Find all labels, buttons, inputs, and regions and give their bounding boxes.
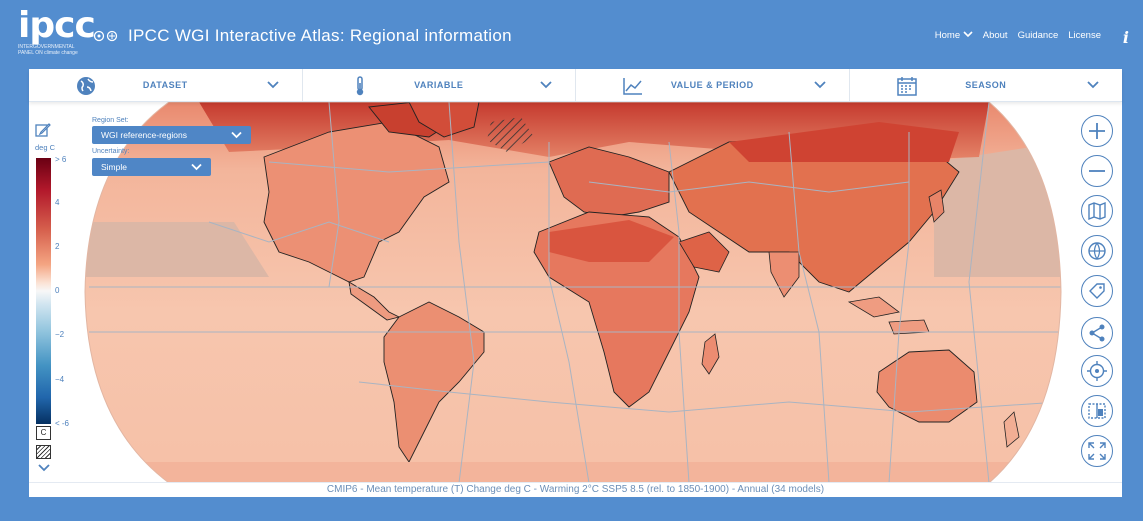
compare-button[interactable] [1081, 395, 1113, 427]
region-set-select[interactable]: WGI reference-regions [92, 126, 251, 144]
variable-menu[interactable]: VARIABLE [303, 69, 576, 101]
locate-button[interactable] [1081, 355, 1113, 387]
labels-button[interactable] [1081, 275, 1113, 307]
uncertainty-label: Uncertainty: [92, 148, 130, 155]
ipcc-logo[interactable]: ipcc INTERGOVERNMENTAL PANEL ON climate … [18, 5, 96, 60]
nav-home[interactable]: Home [935, 30, 973, 41]
chevron-down-icon [813, 81, 826, 89]
share-icon [1089, 324, 1105, 342]
header-bar: ipcc INTERGOVERNMENTAL PANEL ON climate … [0, 0, 1143, 66]
uncertainty-select[interactable]: Simple [92, 158, 211, 176]
legend-tick: −4 [55, 375, 65, 384]
logo-text: ipcc [18, 5, 96, 46]
nav-license[interactable]: License [1068, 30, 1101, 41]
fullscreen-button[interactable] [1081, 435, 1113, 467]
dataset-label: DATASET [142, 80, 188, 90]
season-label: SEASON [965, 80, 1007, 90]
chevron-down-icon [963, 31, 973, 38]
chevron-down-icon [1087, 81, 1099, 89]
chevron-down-icon [540, 81, 552, 89]
zoom-in-icon [1089, 123, 1105, 139]
chevron-down-icon[interactable] [37, 463, 51, 473]
legend-tick: 2 [55, 242, 60, 251]
edit-icon[interactable] [35, 122, 51, 138]
value-period-label: VALUE & PERIOD [670, 80, 754, 90]
chevron-down-icon [191, 163, 202, 171]
zoom-out-icon [1089, 170, 1105, 172]
un-emblem-icon [93, 30, 123, 45]
projection-button[interactable] [1081, 235, 1113, 267]
legend-tick: < -6 [55, 419, 70, 428]
legend-tick: −2 [55, 330, 65, 339]
season-menu[interactable]: SEASON [850, 69, 1123, 101]
legend-c-box: C [36, 426, 51, 440]
region-set-value: WGI reference-regions [101, 130, 187, 140]
share-button[interactable] [1081, 317, 1113, 349]
legend-tick: 0 [55, 286, 60, 295]
legend-units: deg C [35, 143, 56, 152]
caption-divider [29, 482, 1122, 483]
legend-hatch-box [36, 445, 51, 459]
target-icon [1087, 361, 1107, 381]
top-nav: Home About Guidance License [935, 30, 1101, 41]
dataset-menu[interactable]: DATASET [29, 69, 303, 101]
nav-guidance[interactable]: Guidance [1018, 30, 1059, 41]
base-map-button[interactable] [1081, 195, 1113, 227]
chevron-down-icon [231, 131, 242, 139]
legend-tick: 4 [55, 198, 60, 207]
tag-icon [1089, 283, 1105, 299]
zoom-out-button[interactable] [1081, 155, 1113, 187]
region-set-label: Region Set: [92, 117, 129, 124]
value-period-menu[interactable]: VALUE & PERIOD [576, 69, 850, 101]
variable-label: VARIABLE [414, 80, 464, 90]
chevron-down-icon [266, 81, 279, 89]
globe-network-icon [1088, 242, 1106, 260]
atlas-panel: DATASET VARIABLE VALUE & PERIOD SEASON C… [29, 69, 1122, 497]
top-toolbar: DATASET VARIABLE VALUE & PERIOD SEASON [29, 69, 1122, 102]
split-view-icon [1088, 403, 1106, 419]
info-icon[interactable]: i [1123, 28, 1129, 47]
color-scale-bar [36, 158, 51, 424]
uncertainty-value: Simple [101, 162, 127, 172]
app-title: IPCC WGI Interactive Atlas: Regional inf… [128, 26, 512, 45]
fullscreen-icon [1088, 442, 1106, 460]
map-icon [1088, 201, 1106, 221]
nav-about[interactable]: About [983, 30, 1008, 41]
nav-home-label: Home [934, 30, 961, 41]
zoom-in-button[interactable] [1081, 115, 1113, 147]
map-caption: CMIP6 - Mean temperature (T) Change deg … [326, 484, 825, 495]
legend-tick: > 6 [55, 155, 67, 164]
